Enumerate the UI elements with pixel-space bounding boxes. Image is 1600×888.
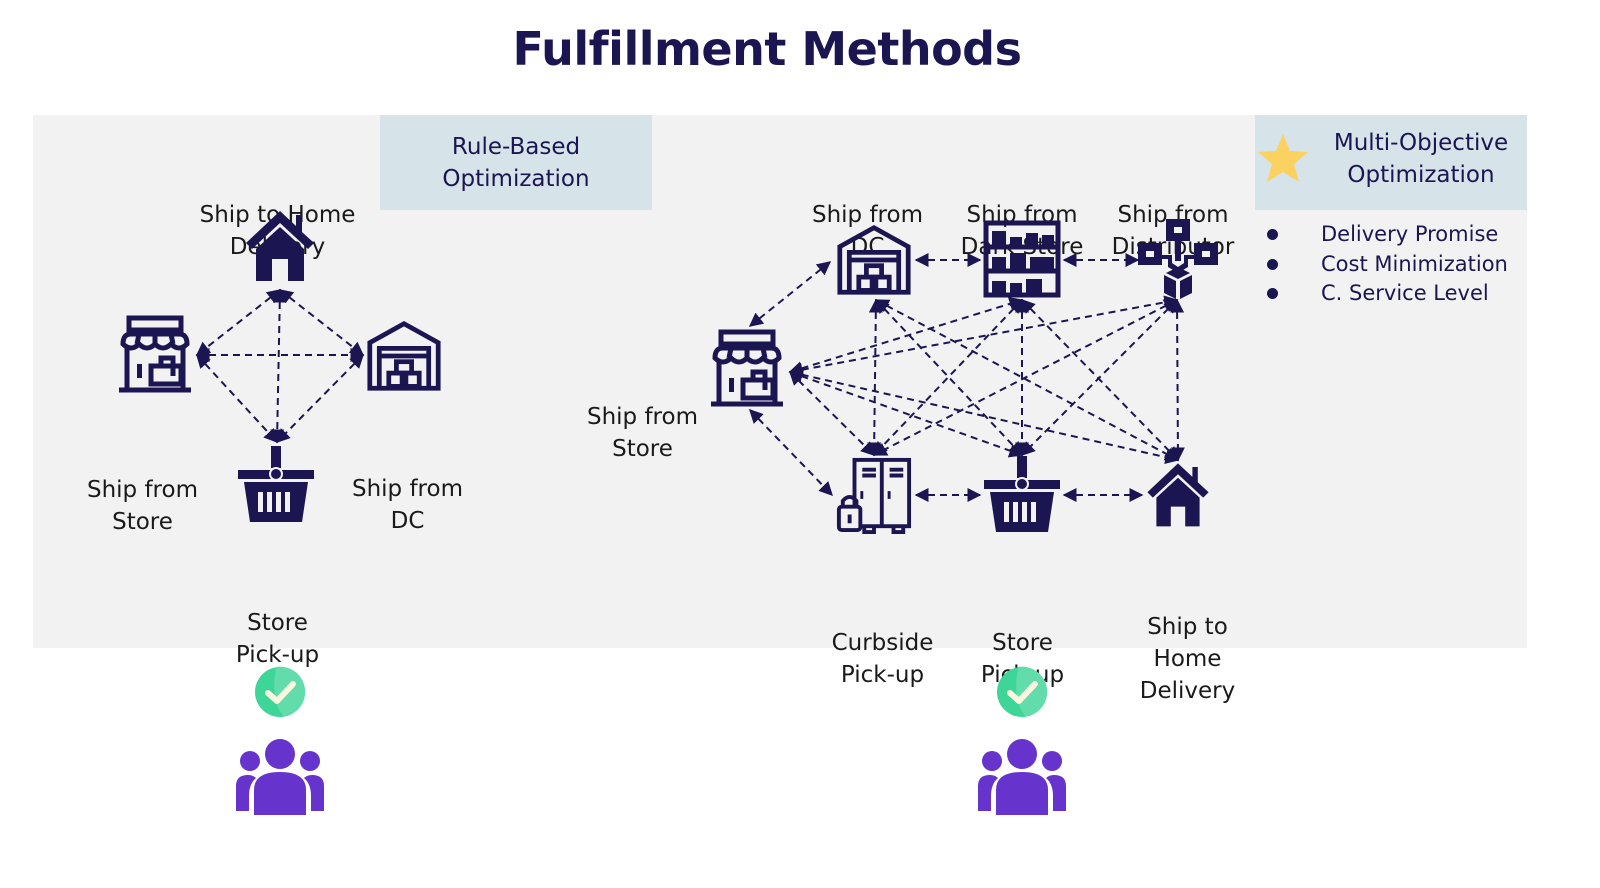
rule-based-connections xyxy=(195,288,365,444)
warehouse-icon xyxy=(370,324,438,389)
connection-store-pickup xyxy=(196,353,278,444)
locker-icon xyxy=(836,457,912,534)
storefront-icon xyxy=(119,318,191,390)
connection-home-pickup xyxy=(270,288,287,444)
storefront-icon xyxy=(711,332,783,404)
connection-dc-home xyxy=(874,299,1180,461)
distribution-network-icon xyxy=(1138,219,1218,299)
connection-home-store xyxy=(195,289,282,356)
connection-dark-home xyxy=(1021,298,1179,462)
connection-dc-pickup xyxy=(875,298,1023,457)
warehouse-icon xyxy=(840,228,908,293)
shelving-icon xyxy=(986,223,1058,295)
connection-store-pickup xyxy=(788,369,1024,458)
basket-icon xyxy=(237,446,315,523)
people-group-icon xyxy=(978,739,1066,815)
connection-store-curb_side xyxy=(749,408,833,497)
connection-dist-home xyxy=(1170,298,1185,462)
diagram-canvas xyxy=(0,211,1218,815)
connection-dc-curb xyxy=(867,298,883,457)
people-group-icon xyxy=(236,739,324,815)
basket-icon xyxy=(983,456,1061,533)
multi-objective-connections xyxy=(748,253,1185,502)
connection-store-dc xyxy=(748,261,832,327)
connection-store-dist xyxy=(788,295,1179,377)
house-icon xyxy=(246,211,314,281)
check-circle-icon xyxy=(255,666,306,717)
check-circle-icon xyxy=(997,666,1048,717)
connection-dc-pickup xyxy=(276,354,364,443)
connection-home-dc xyxy=(278,289,365,356)
house-icon xyxy=(1147,463,1209,527)
connection-store-curb xyxy=(789,371,875,456)
connection-dist-pickup xyxy=(1021,299,1178,456)
